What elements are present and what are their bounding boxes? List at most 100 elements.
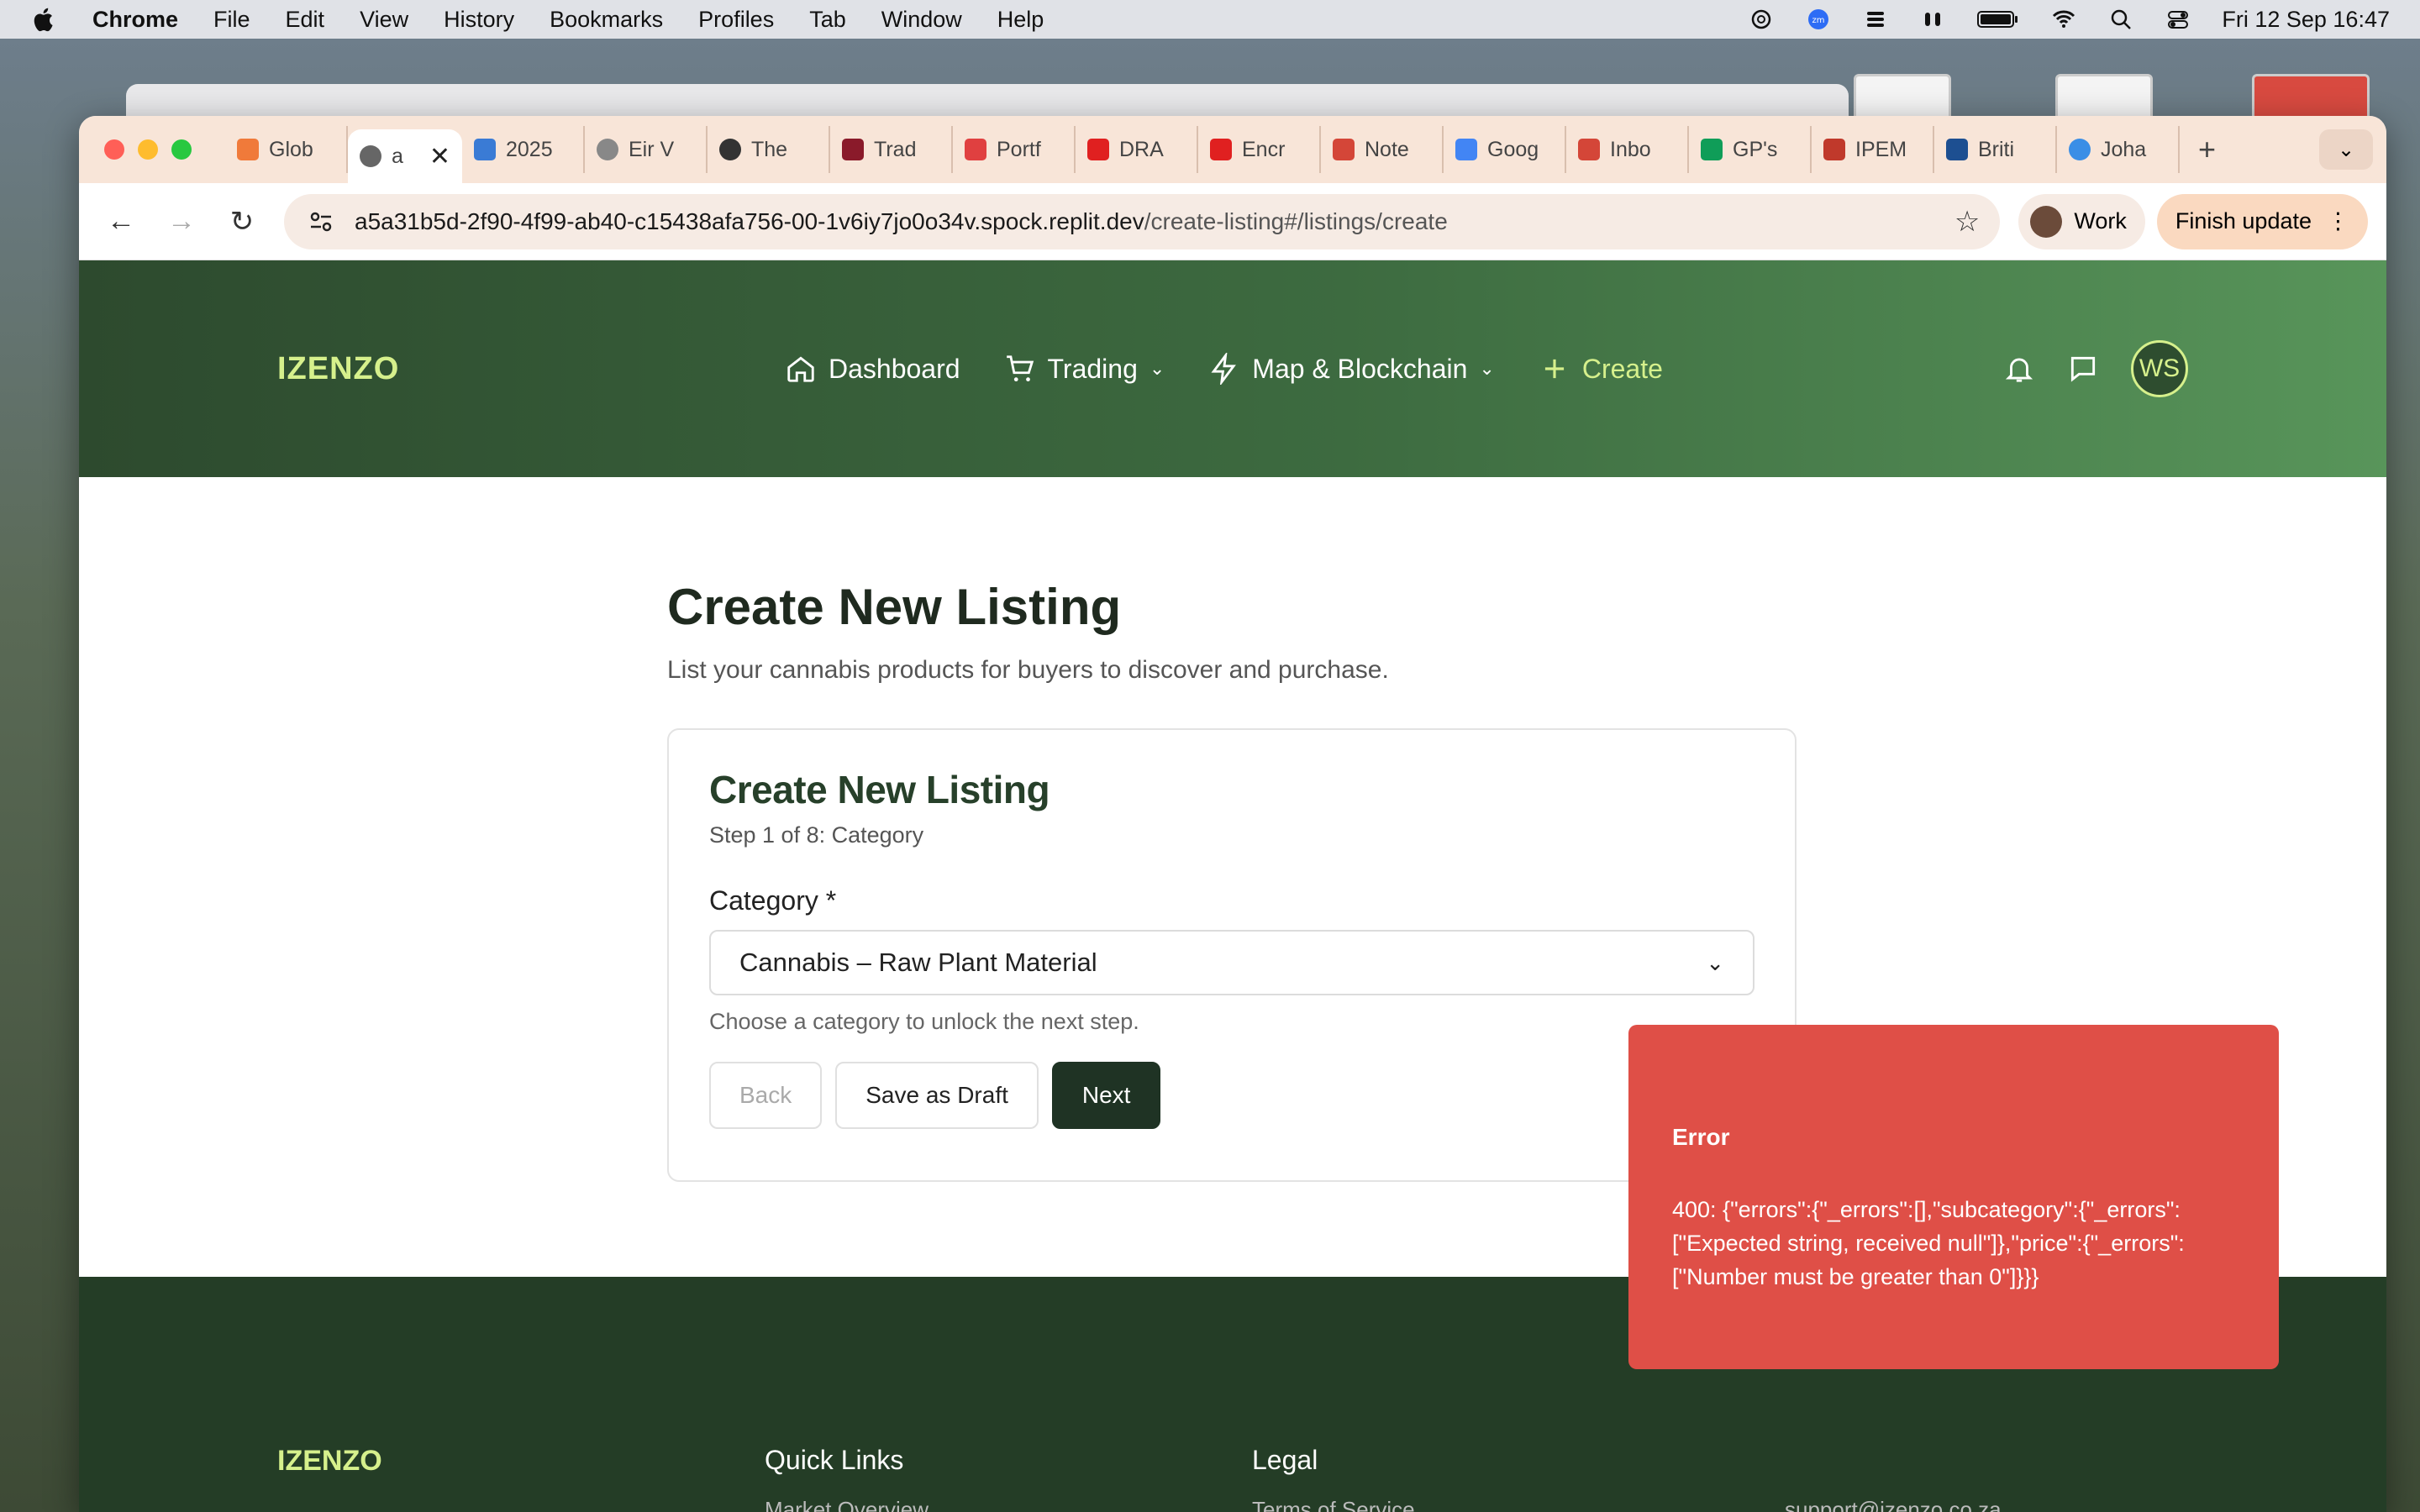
browser-toolbar: ← → ↻ a5a31b5d-2f90-4f99-ab40-c15438afa7… xyxy=(79,183,2386,260)
browser-tab[interactable]: 2025 xyxy=(462,126,585,173)
back-arrow-icon[interactable]: ← xyxy=(97,198,145,245)
tab-label: IPEM xyxy=(1855,137,1907,161)
site-logo[interactable]: IZENZO xyxy=(277,351,399,387)
browser-tab[interactable]: The xyxy=(708,126,830,173)
profile-label: Work xyxy=(2074,208,2127,234)
footer-quick-links-heading: Quick Links xyxy=(765,1445,904,1475)
bell-icon[interactable] xyxy=(2003,353,2035,385)
menu-view[interactable]: View xyxy=(360,7,408,33)
browser-tab-active[interactable]: a ✕ xyxy=(348,129,462,183)
chevron-down-icon: ⌄ xyxy=(1706,949,1724,975)
tab-favicon-icon xyxy=(965,139,986,160)
youtube-icon xyxy=(1210,139,1232,160)
user-avatar[interactable]: WS xyxy=(2131,340,2188,397)
tab-label: Goog xyxy=(1487,137,1539,161)
browser-tab[interactable]: Briti xyxy=(1934,126,2057,173)
spotlight-search-icon[interactable] xyxy=(2107,8,2134,31)
new-tab-button[interactable]: + xyxy=(2198,132,2216,167)
airpods-icon[interactable] xyxy=(1919,8,1946,31)
control-center-icon[interactable] xyxy=(2165,8,2191,31)
browser-tab[interactable]: DRA xyxy=(1076,126,1198,173)
browser-tab[interactable]: Inbo xyxy=(1566,126,1689,173)
menu-history[interactable]: History xyxy=(444,7,514,33)
browser-tab[interactable]: Portf xyxy=(953,126,1076,173)
browser-tab[interactable]: Note xyxy=(1321,126,1444,173)
forward-arrow-icon[interactable]: → xyxy=(158,198,205,245)
category-select[interactable]: Cannabis – Raw Plant Material ⌄ xyxy=(709,930,1754,995)
browser-tab[interactable]: Glob xyxy=(225,126,348,173)
save-draft-button[interactable]: Save as Draft xyxy=(835,1062,1039,1129)
menu-tab[interactable]: Tab xyxy=(809,7,846,33)
zoom-window-button[interactable] xyxy=(171,139,192,160)
nav-create[interactable]: Create xyxy=(1539,353,1663,385)
menu-file[interactable]: File xyxy=(213,7,250,33)
site-settings-icon[interactable] xyxy=(304,205,338,239)
battery-icon[interactable] xyxy=(1976,8,2020,31)
close-window-button[interactable] xyxy=(104,139,124,160)
nav-label: Trading xyxy=(1047,353,1138,384)
footer-logo[interactable]: IZENZO xyxy=(277,1445,382,1478)
tab-favicon-icon xyxy=(2069,139,2091,160)
menu-help[interactable]: Help xyxy=(997,7,1044,33)
bookmark-star-icon[interactable]: ☆ xyxy=(1954,205,1980,239)
browser-tab[interactable]: Eir V xyxy=(585,126,708,173)
footer-link[interactable]: Terms of Service xyxy=(1252,1497,1415,1512)
browser-tab[interactable]: Encr xyxy=(1198,126,1321,173)
close-tab-icon[interactable]: ✕ xyxy=(429,142,450,171)
footer-contact-email[interactable]: support@izenzo.co.za xyxy=(1785,1497,2002,1512)
menu-app-name[interactable]: Chrome xyxy=(92,7,178,33)
main-nav: Dashboard Trading ⌄ Map & Blockchain ⌄ C… xyxy=(785,353,1663,385)
nav-map-blockchain[interactable]: Map & Blockchain ⌄ xyxy=(1208,353,1495,385)
browser-tab[interactable]: GP's xyxy=(1689,126,1812,173)
zoom-icon[interactable]: zm xyxy=(1805,8,1832,31)
browser-tab[interactable]: IPEM xyxy=(1812,126,1934,173)
address-bar[interactable]: a5a31b5d-2f90-4f99-ab40-c15438afa756-00-… xyxy=(284,193,2001,249)
reload-icon[interactable]: ↻ xyxy=(218,198,266,245)
wifi-icon[interactable] xyxy=(2050,8,2077,31)
stack-icon[interactable] xyxy=(1862,8,1889,31)
tab-label: Eir V xyxy=(629,137,675,161)
back-button[interactable]: Back xyxy=(709,1062,823,1129)
profile-avatar xyxy=(2030,205,2063,238)
url-host: a5a31b5d-2f90-4f99-ab40-c15438afa756-00-… xyxy=(355,207,1144,234)
tab-strip: Glob a ✕ 2025 Eir V The Trad Portf DRA En… xyxy=(79,116,2386,183)
chat-icon[interactable] xyxy=(2067,353,2099,385)
openai-icon[interactable] xyxy=(1748,8,1775,31)
listing-form-card: Create New Listing Step 1 of 8: Category… xyxy=(667,728,1797,1182)
menubar-clock[interactable]: Fri 12 Sep 16:47 xyxy=(2222,7,2390,33)
tab-favicon-icon xyxy=(1946,139,1968,160)
page-title: Create New Listing xyxy=(667,579,1122,635)
globe-icon xyxy=(360,145,381,167)
error-toast[interactable]: Error 400: {"errors":{"_errors":[],"subc… xyxy=(1628,1025,2279,1369)
minimize-window-button[interactable] xyxy=(138,139,158,160)
form-actions: Back Save as Draft Next xyxy=(709,1062,1754,1129)
tab-favicon-icon xyxy=(237,139,259,160)
tab-label: Trad xyxy=(874,137,917,161)
svg-text:zm: zm xyxy=(1812,16,1825,25)
browser-tab[interactable]: Goog xyxy=(1444,126,1566,173)
apple-menu-icon[interactable] xyxy=(30,6,55,33)
chevron-down-icon: ⌄ xyxy=(1479,358,1495,379)
nav-trading[interactable]: Trading ⌄ xyxy=(1004,353,1165,385)
menu-bookmarks[interactable]: Bookmarks xyxy=(550,7,663,33)
menu-edit[interactable]: Edit xyxy=(286,7,325,33)
nav-label: Dashboard xyxy=(829,353,960,384)
window-controls xyxy=(104,139,192,160)
menu-window[interactable]: Window xyxy=(881,7,962,33)
tab-label: Portf xyxy=(997,137,1041,161)
tab-label: Encr xyxy=(1242,137,1286,161)
lightning-icon xyxy=(1211,353,1237,385)
more-vertical-icon[interactable]: ⋮ xyxy=(2327,208,2349,234)
nav-dashboard[interactable]: Dashboard xyxy=(785,353,960,385)
menu-profiles[interactable]: Profiles xyxy=(698,7,774,33)
header-actions: WS xyxy=(2003,340,2188,397)
next-button[interactable]: Next xyxy=(1051,1062,1161,1129)
footer-link[interactable]: Market Overview xyxy=(765,1497,929,1512)
tab-search-button[interactable]: ⌄ xyxy=(2319,129,2373,170)
browser-tab[interactable]: Joha xyxy=(2057,126,2180,173)
tab-label: Note xyxy=(1365,137,1409,161)
profile-button[interactable]: Work xyxy=(2018,193,2145,249)
chevron-down-icon: ⌄ xyxy=(1149,358,1165,379)
finish-update-button[interactable]: Finish update ⋮ xyxy=(2156,193,2368,249)
browser-tab[interactable]: Trad xyxy=(830,126,953,173)
